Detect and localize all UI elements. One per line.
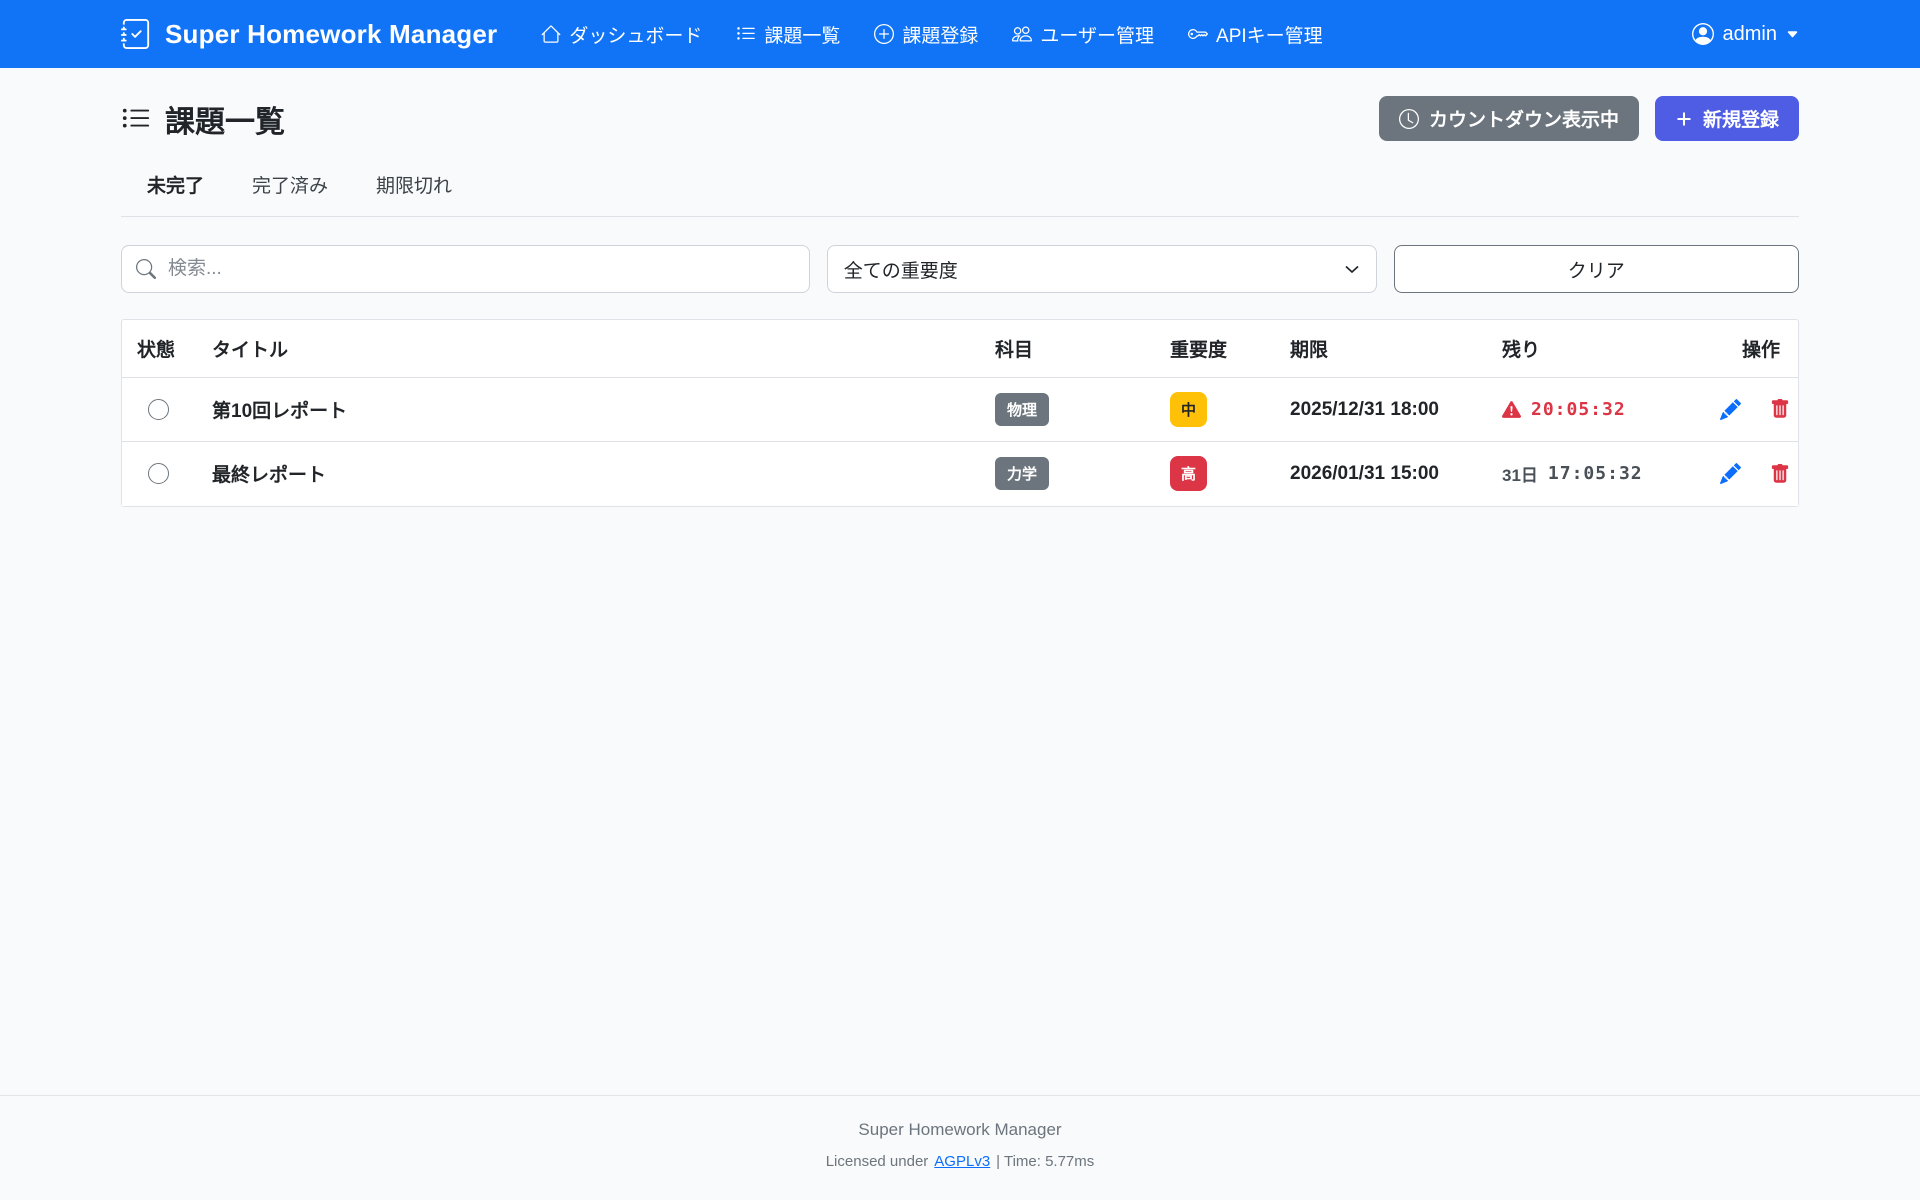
- task-title: 第10回レポート: [212, 401, 347, 422]
- nav-item-task-list[interactable]: 課題一覧: [736, 21, 840, 48]
- status-tabs: 未完了 完了済み 期限切れ: [121, 171, 1799, 217]
- page-footer: Super Homework Manager Licensed under AG…: [0, 1095, 1920, 1200]
- footer-time: | Time: 5.77ms: [996, 1153, 1094, 1170]
- list-title-icon: [121, 104, 151, 134]
- header-importance: 重要度: [1158, 320, 1278, 378]
- footer-license-prefix: Licensed under: [826, 1153, 929, 1170]
- importance-badge: 高: [1170, 456, 1207, 491]
- search-input[interactable]: [121, 245, 810, 293]
- list-icon: [736, 24, 756, 44]
- tab-completed[interactable]: 完了済み: [252, 171, 328, 198]
- main-nav: ダッシュボード 課題一覧 課題登録: [541, 21, 1322, 48]
- header-remaining: 残り: [1490, 320, 1708, 378]
- journal-check-logo-icon: [121, 19, 151, 49]
- brand-title: Super Homework Manager: [165, 19, 497, 50]
- delete-icon[interactable]: [1770, 464, 1790, 484]
- remaining-time: 20:05:32: [1531, 399, 1626, 420]
- nav-item-dashboard[interactable]: ダッシュボード: [541, 21, 702, 48]
- plus-icon: [1675, 110, 1693, 128]
- footer-brand: Super Homework Manager: [0, 1120, 1920, 1140]
- user-name: admin: [1723, 23, 1777, 46]
- nav-item-label: APIキー管理: [1216, 21, 1323, 48]
- edit-icon[interactable]: [1720, 399, 1741, 420]
- deadline-text: 2026/01/31 15:00: [1290, 463, 1439, 484]
- importance-badge: 中: [1170, 392, 1207, 427]
- deadline-text: 2025/12/31 18:00: [1290, 399, 1439, 420]
- clock-icon: [1399, 109, 1419, 129]
- top-navbar: Super Homework Manager ダッシュボード 課題一覧: [0, 0, 1920, 68]
- header-status: 状態: [122, 320, 200, 378]
- license-link[interactable]: AGPLv3: [934, 1153, 990, 1170]
- remaining-days: 31日: [1502, 461, 1538, 486]
- filter-bar: 全ての重要度 クリア: [121, 245, 1799, 293]
- nav-item-label: 課題一覧: [764, 21, 840, 48]
- countdown-toggle-button[interactable]: カウントダウン表示中: [1379, 96, 1639, 141]
- tab-overdue[interactable]: 期限切れ: [376, 171, 452, 198]
- remaining-countdown: 20:05:32: [1502, 399, 1696, 420]
- nav-item-task-register[interactable]: 課題登録: [874, 21, 978, 48]
- countdown-toggle-label: カウントダウン表示中: [1429, 105, 1619, 132]
- key-icon: [1188, 24, 1208, 44]
- importance-select[interactable]: 全ての重要度: [827, 245, 1377, 293]
- header-actions: 操作: [1708, 320, 1798, 378]
- nav-item-label: ユーザー管理: [1040, 21, 1154, 48]
- person-circle-icon: [1692, 23, 1714, 45]
- page-header: 課題一覧 カウントダウン表示中: [121, 96, 1799, 141]
- complete-toggle-radio[interactable]: [148, 399, 169, 420]
- home-icon: [541, 24, 561, 44]
- task-title: 最終レポート: [212, 465, 326, 486]
- header-deadline: 期限: [1278, 320, 1490, 378]
- delete-icon[interactable]: [1770, 399, 1790, 419]
- importance-select-value: 全ての重要度: [844, 256, 958, 283]
- user-menu[interactable]: admin: [1692, 23, 1799, 46]
- header-title: タイトル: [200, 320, 983, 378]
- nav-item-label: ダッシュボード: [569, 21, 702, 48]
- nav-item-user-management[interactable]: ユーザー管理: [1012, 21, 1154, 48]
- subject-badge: 物理: [995, 393, 1049, 426]
- search-icon: [136, 259, 156, 279]
- remaining-countdown: 31日 17:05:32: [1502, 461, 1696, 486]
- clear-filters-button[interactable]: クリア: [1394, 245, 1799, 293]
- complete-toggle-radio[interactable]: [148, 463, 169, 484]
- table-header-row: 状態 タイトル 科目 重要度 期限 残り 操作: [122, 320, 1798, 378]
- header-subject: 科目: [983, 320, 1158, 378]
- caret-down-icon: [1786, 28, 1799, 41]
- task-table: 状態 タイトル 科目 重要度 期限 残り 操作 第10回レポート 物理 中: [121, 319, 1799, 507]
- page-title: 課題一覧: [121, 97, 285, 141]
- table-row: 最終レポート 力学 高 2026/01/31 15:00: [122, 442, 1798, 506]
- edit-icon[interactable]: [1720, 463, 1741, 484]
- brand[interactable]: Super Homework Manager: [121, 19, 497, 50]
- chevron-down-icon: [1344, 261, 1360, 277]
- tab-incomplete[interactable]: 未完了: [147, 171, 204, 198]
- table-row: 第10回レポート 物理 中 2025/12/31 18:00: [122, 378, 1798, 442]
- nav-item-api-keys[interactable]: APIキー管理: [1188, 21, 1323, 48]
- warning-icon: [1502, 400, 1521, 419]
- subject-badge: 力学: [995, 457, 1049, 490]
- remaining-time: 17:05:32: [1548, 463, 1643, 484]
- page-title-text: 課題一覧: [165, 97, 285, 141]
- nav-item-label: 課題登録: [902, 21, 978, 48]
- users-icon: [1012, 24, 1032, 44]
- new-task-button[interactable]: 新規登録: [1655, 96, 1799, 141]
- plus-circle-icon: [874, 24, 894, 44]
- new-task-label: 新規登録: [1703, 105, 1779, 132]
